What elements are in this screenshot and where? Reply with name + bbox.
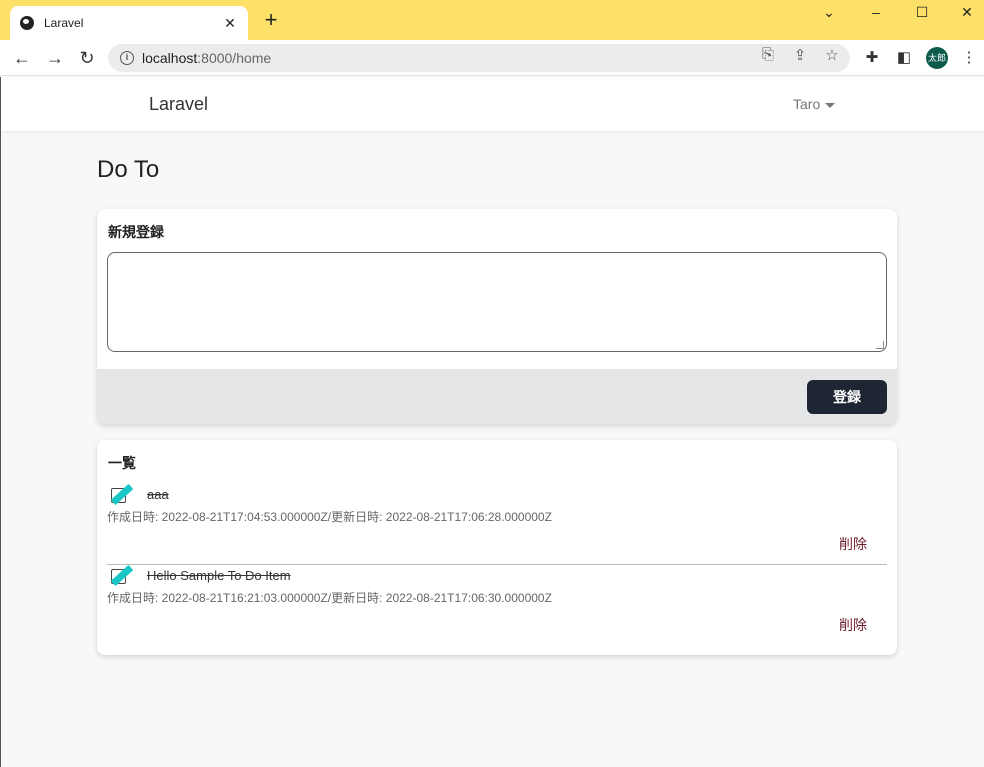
done-checkbox[interactable]	[107, 564, 134, 587]
bookmark-star-icon[interactable]: ☆	[823, 46, 841, 64]
todo-text: Hello Sample To Do Item	[147, 567, 291, 583]
page-content: Laravel Taro Do To 新規登録 登録 一覧 aaa 作成日時: …	[0, 77, 984, 767]
tab-search-chevron-icon[interactable]: ⌄	[814, 4, 844, 21]
side-panel-icon[interactable]: ◧	[894, 48, 914, 66]
list-item: Hello Sample To Do Item 作成日時: 2022-08-21…	[107, 564, 887, 633]
tab-title: Laravel	[44, 16, 84, 30]
url-text: localhost:8000/home	[142, 50, 271, 66]
url-host: localhost	[142, 50, 198, 66]
list-title: 一覧	[108, 455, 136, 471]
done-checkbox[interactable]	[107, 483, 134, 506]
register-footer: 登録	[97, 369, 897, 424]
globe-icon	[20, 16, 34, 30]
site-info-icon[interactable]: i	[120, 51, 134, 65]
browser-tab[interactable]: Laravel ✕	[10, 6, 248, 40]
todo-meta: 作成日時: 2022-08-21T16:21:03.000000Z/更新日時: …	[107, 591, 552, 605]
todo-meta: 作成日時: 2022-08-21T17:04:53.000000Z/更新日時: …	[107, 510, 552, 524]
delete-button[interactable]: 削除	[839, 534, 867, 554]
todo-text: aaa	[147, 486, 169, 502]
share-icon[interactable]: ⇪	[791, 46, 809, 64]
submit-button[interactable]: 登録	[807, 380, 887, 414]
back-icon[interactable]: ←	[11, 48, 33, 68]
more-menu-icon[interactable]: ⋮	[959, 48, 979, 66]
app-brand[interactable]: Laravel	[149, 94, 208, 115]
forward-icon[interactable]: →	[44, 48, 66, 68]
list-card: 一覧 aaa 作成日時: 2022-08-21T17:04:53.000000Z…	[97, 440, 897, 655]
list-item: aaa 作成日時: 2022-08-21T17:04:53.000000Z/更新…	[107, 483, 887, 552]
register-title: 新規登録	[108, 224, 164, 240]
translate-icon[interactable]: ⎘	[759, 46, 777, 63]
user-name: Taro	[793, 96, 821, 112]
register-card: 新規登録 登録	[97, 209, 897, 424]
address-bar[interactable]: i localhost:8000/home	[108, 44, 850, 72]
new-tab-icon[interactable]: +	[261, 9, 281, 31]
extensions-icon[interactable]: ✚	[862, 48, 882, 66]
delete-button[interactable]: 削除	[839, 615, 867, 635]
browser-titlebar: Laravel ✕ + ⌄ – ☐ ✕	[0, 0, 984, 40]
caret-down-icon	[825, 102, 836, 108]
todo-textarea[interactable]	[107, 252, 887, 352]
close-tab-icon[interactable]: ✕	[222, 15, 238, 32]
resize-grip-icon[interactable]	[876, 341, 884, 349]
app-navbar: Laravel Taro	[1, 77, 984, 131]
page-title: Do To	[97, 156, 160, 183]
user-menu[interactable]: Taro	[793, 96, 836, 112]
reload-icon[interactable]: ↻	[76, 48, 98, 68]
browser-toolbar: ← → ↻ i localhost:8000/home ⎘ ⇪ ☆ ✚ ◧ 太郎…	[0, 40, 984, 76]
minimize-icon[interactable]: –	[861, 4, 891, 20]
profile-avatar[interactable]: 太郎	[926, 47, 948, 69]
maximize-icon[interactable]: ☐	[907, 4, 937, 21]
url-path: :8000/home	[197, 50, 272, 66]
close-window-icon[interactable]: ✕	[952, 4, 982, 21]
